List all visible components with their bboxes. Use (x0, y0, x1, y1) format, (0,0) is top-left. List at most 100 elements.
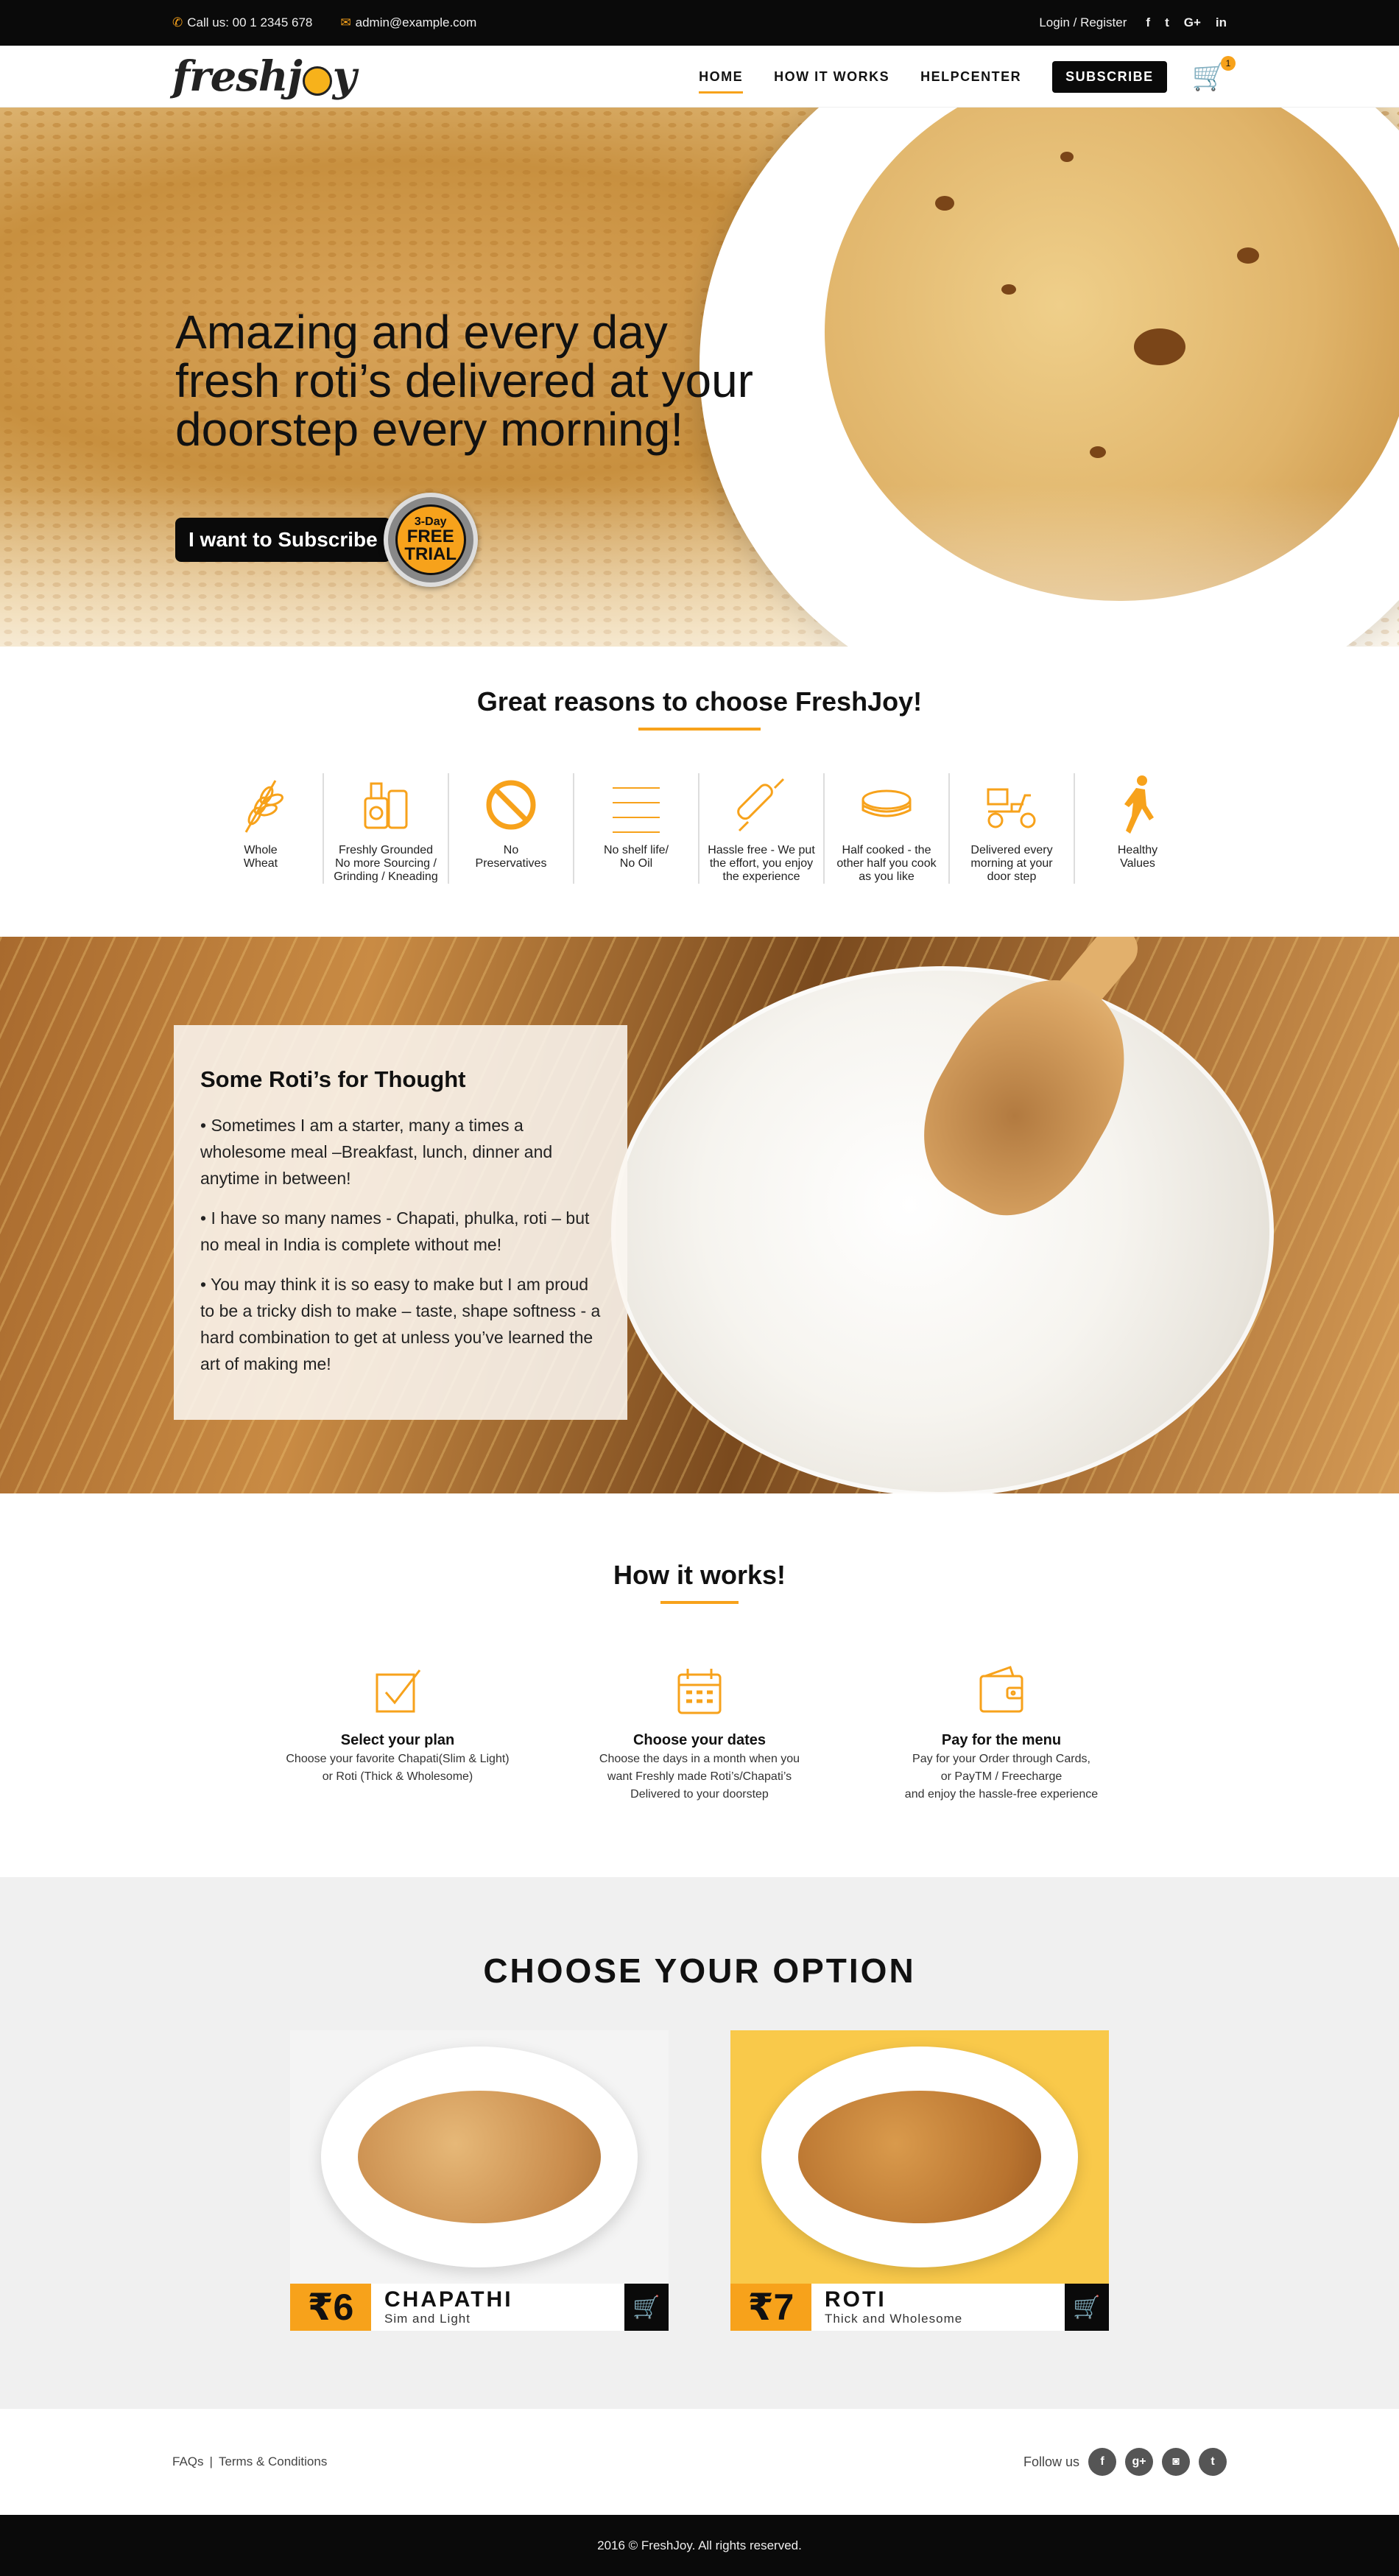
nav-helpcenter[interactable]: HELPCENTER (920, 65, 1021, 89)
wallet-icon (979, 1666, 1023, 1713)
thought-point-3: • You may think it is so easy to make bu… (200, 1275, 601, 1373)
wheat-icon (244, 780, 283, 833)
main-nav: freshj y HOME HOW IT WORKS HELPCENTER SUB… (0, 46, 1399, 108)
product-name: CHAPATHI (384, 2287, 513, 2312)
lines-icon (613, 787, 660, 833)
facebook-icon[interactable]: f (1146, 15, 1150, 30)
reasons-section: Great reasons to choose FreshJoy! Whole … (0, 647, 1399, 937)
product-desc: Sim and Light (384, 2312, 471, 2326)
feature-whole-wheat: Whole Wheat (199, 773, 324, 884)
feature-no-preservatives: No Preservatives (449, 773, 574, 884)
runner-icon (1124, 775, 1154, 834)
roti-image[interactable] (730, 2030, 1109, 2284)
thought-box: Some Roti’s for Thought • Sometimes I am… (174, 1025, 627, 1420)
google-plus-icon[interactable]: g+ (1125, 2448, 1153, 2476)
how-it-works-section: How it works! Select your plan Choose yo… (0, 1493, 1399, 1877)
cart-badge: 1 (1221, 56, 1236, 71)
thought-point-1: • Sometimes I am a starter, many a times… (200, 1116, 553, 1188)
nav-how-it-works[interactable]: HOW IT WORKS (774, 65, 889, 89)
email-info[interactable]: ✉ admin@example.com (340, 15, 476, 30)
free-trial-badge[interactable]: 3-Day FREE TRIAL (383, 493, 478, 587)
feature-label: Hassle free - We put the effort, you enj… (708, 844, 815, 883)
instagram-icon[interactable]: ◙ (1162, 2448, 1190, 2476)
how-title: How it works! (613, 1560, 786, 1590)
step-select-plan: Select your plan Choose your favorite Ch… (269, 1664, 526, 1803)
checkbox-icon (376, 1669, 421, 1713)
option-card-chapathi[interactable]: ₹6 CHAPATHI Sim and Light 🛒 (290, 2030, 669, 2331)
roti-stack-icon (861, 789, 912, 817)
linkedin-icon[interactable]: in (1216, 15, 1227, 30)
no-icon (486, 780, 536, 830)
options-section: CHOOSE YOUR OPTION ₹6 CHAPATHI Sim and L… (0, 1877, 1399, 2409)
step-text: Pay for your Order through Cards, or Pay… (904, 1753, 1099, 1801)
feature-label: Whole Wheat (243, 844, 278, 870)
step-text: Choose your favorite Chapati(Slim & Ligh… (286, 1753, 510, 1783)
call-info: ✆ Call us: 00 1 2345 678 (172, 15, 312, 30)
subscribe-cta[interactable]: I want to Subscribe 3-Day FREE TRIAL (175, 493, 478, 587)
envelope-icon: ✉ (340, 15, 351, 29)
add-to-cart-icon[interactable]: 🛒 (624, 2284, 669, 2331)
rolling-pin-icon (737, 778, 785, 832)
google-plus-icon[interactable]: G+ (1184, 15, 1201, 30)
thought-point-2: • I have so many names - Chapati, phulka… (200, 1208, 590, 1254)
reasons-title: Great reasons to choose FreshJoy! (476, 686, 923, 717)
footer: FAQs | Terms & Conditions Follow us f g+… (0, 2409, 1399, 2515)
login-register-link[interactable]: Login / Register (1039, 15, 1127, 30)
price-badge: ₹6 (290, 2284, 371, 2331)
facebook-icon[interactable]: f (1088, 2448, 1116, 2476)
feature-label: No shelf life/ No Oil (603, 844, 669, 870)
feature-label: Freshly Grounded No more Sourcing / Grin… (334, 844, 438, 883)
product-desc: Thick and Wholesome (825, 2312, 963, 2326)
feature-freshly-grounded: Freshly Grounded No more Sourcing / Grin… (324, 773, 449, 884)
chapathi-image[interactable] (290, 2030, 669, 2284)
cart-icon[interactable]: 🛒 1 (1192, 56, 1236, 93)
terms-link[interactable]: Terms & Conditions (219, 2454, 327, 2469)
follow-us-label: Follow us (1023, 2454, 1079, 2469)
feature-delivered: Delivered every morning at your door ste… (950, 773, 1075, 884)
step-title: Select your plan (340, 1732, 455, 1748)
add-to-cart-icon[interactable]: 🛒 (1065, 2284, 1109, 2331)
smiley-icon (302, 66, 332, 96)
copyright-text: 2016 © FreshJoy. All rights reserved. (597, 2538, 802, 2552)
feature-half-cooked: Half cooked - the other half you cook as… (825, 773, 950, 884)
step-text: Choose the days in a month when you want… (599, 1753, 800, 1801)
call-text: Call us: 00 1 2345 678 (187, 15, 313, 29)
feature-hassle-free: Hassle free - We put the effort, you enj… (700, 773, 825, 884)
twitter-icon[interactable]: t (1165, 15, 1169, 30)
flour-bowl-image (611, 966, 1274, 1493)
scooter-icon (987, 788, 1036, 828)
twitter-icon[interactable]: t (1199, 2448, 1227, 2476)
price-badge: ₹7 (730, 2284, 811, 2331)
faqs-link[interactable]: FAQs (172, 2454, 204, 2469)
footer-separator: | (209, 2454, 213, 2468)
step-title: Choose your dates (632, 1732, 767, 1748)
option-card-roti[interactable]: ₹7 ROTI Thick and Wholesome 🛒 (730, 2030, 1109, 2331)
thought-banner: Some Roti’s for Thought • Sometimes I am… (0, 937, 1399, 1493)
feature-healthy: Healthy Values (1075, 773, 1200, 884)
feature-no-shelf-life: No shelf life/ No Oil (574, 773, 700, 884)
step-title: Pay for the menu (941, 1732, 1062, 1748)
calendar-icon (677, 1669, 722, 1714)
step-choose-dates: Choose your dates Choose the days in a m… (571, 1664, 828, 1803)
subscribe-cta-label[interactable]: I want to Subscribe (175, 518, 391, 562)
subscribe-button[interactable]: SUBSCRIBE (1052, 60, 1167, 93)
feature-label: No Preservatives (475, 844, 547, 870)
email-text[interactable]: admin@example.com (356, 15, 477, 30)
step-pay: Pay for the menu Pay for your Order thro… (873, 1664, 1130, 1803)
nav-home[interactable]: HOME (699, 65, 744, 94)
feature-label: Delivered every morning at your door ste… (970, 844, 1053, 883)
title-underline (638, 728, 761, 731)
top-bar: ✆ Call us: 00 1 2345 678 ✉ admin@example… (0, 0, 1399, 46)
hero-headline: Amazing and every day fresh roti’s delive… (175, 306, 753, 456)
thought-title: Some Roti’s for Thought (200, 1066, 466, 1092)
phone-icon: ✆ (172, 15, 183, 29)
copyright-bar: 2016 © FreshJoy. All rights reserved. (0, 2515, 1399, 2576)
feature-label: Half cooked - the other half you cook as… (836, 844, 937, 883)
hero-banner: Amazing and every day fresh roti’s delive… (0, 108, 1399, 647)
grinder-icon (364, 782, 408, 829)
freshjoy-logo[interactable]: freshj y (172, 52, 356, 101)
title-underline (660, 1601, 739, 1604)
options-title: CHOOSE YOUR OPTION (483, 1952, 916, 1990)
feature-label: Healthy Values (1117, 844, 1158, 870)
product-name: ROTI (825, 2287, 887, 2312)
